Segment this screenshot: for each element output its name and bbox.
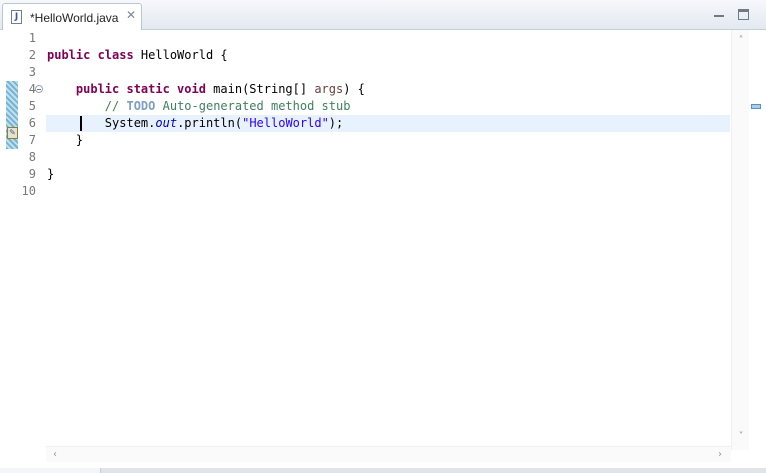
line-number: 8 xyxy=(28,150,36,164)
line-number: 10 xyxy=(21,184,36,198)
editor-tab-bar: J *HelloWorld.java ✕ xyxy=(0,0,766,30)
code-token: ); xyxy=(328,116,344,130)
scroll-right-icon[interactable]: › xyxy=(713,448,727,462)
text-caret xyxy=(80,116,82,131)
tab-helloworld-java[interactable]: J *HelloWorld.java ✕ xyxy=(2,3,142,30)
line-number: 1 xyxy=(28,31,36,45)
line-number: 7 xyxy=(28,133,36,147)
code-line-7: } xyxy=(47,133,84,147)
code-line-9: } xyxy=(47,167,55,181)
scroll-up-icon[interactable]: ˄ xyxy=(734,34,748,48)
horizontal-scrollbar[interactable]: ‹ › xyxy=(46,446,731,462)
overview-ruler[interactable] xyxy=(749,30,766,473)
string-literal: "HelloWorld" xyxy=(242,116,329,130)
code-line-5: // TODO Auto-generated method stub xyxy=(47,98,351,115)
code-token: System. xyxy=(104,116,156,130)
line-number: 4 xyxy=(28,82,36,96)
keyword: public static void xyxy=(75,82,206,96)
java-file-icon: J xyxy=(11,10,22,24)
comment: Auto-generated method stub xyxy=(155,99,351,113)
line-number: 9 xyxy=(28,167,36,181)
parameter: args xyxy=(314,82,344,96)
code-text[interactable]: public class HelloWorld { public static … xyxy=(47,30,365,181)
annotation-ruler xyxy=(6,30,18,450)
code-token: main(String[] xyxy=(205,82,315,96)
maximize-icon[interactable] xyxy=(738,9,749,20)
scroll-left-icon[interactable]: ‹ xyxy=(48,448,62,462)
change-marker xyxy=(6,98,18,115)
minimize-icon[interactable] xyxy=(714,9,724,17)
code-token: .println( xyxy=(177,116,243,130)
comment: // xyxy=(104,99,127,113)
collapse-icon[interactable] xyxy=(35,85,43,93)
code-token: HelloWorld { xyxy=(133,48,228,62)
keyword: public class xyxy=(47,48,134,62)
code-line-2: public class HelloWorld { xyxy=(47,47,228,64)
task-icon[interactable]: ✎ xyxy=(7,127,18,139)
close-icon[interactable]: ✕ xyxy=(125,9,137,21)
code-line-6: System.out.println("HelloWorld"); xyxy=(47,115,343,132)
static-field: out xyxy=(155,116,178,130)
vertical-scrollbar[interactable]: ˄ ˅ xyxy=(731,30,749,450)
tab-title: *HelloWorld.java xyxy=(30,11,119,25)
bottom-tab-stub xyxy=(0,468,101,473)
scroll-down-icon[interactable]: ˅ xyxy=(734,430,748,444)
bottom-panel-edge xyxy=(0,468,766,473)
line-number: 2 xyxy=(28,48,36,62)
todo-tag: TODO xyxy=(126,99,156,113)
overview-annotation-marker[interactable] xyxy=(751,104,761,109)
line-number: 5 xyxy=(28,99,36,113)
code-editor[interactable]: ✎ 1 2 3 4 5 6 7 8 9 10 public class Hell… xyxy=(0,30,766,473)
line-number: 3 xyxy=(28,65,36,79)
code-line-4: public static void main(String[] args) { xyxy=(47,81,365,98)
change-marker xyxy=(6,81,18,98)
line-number: 6 xyxy=(28,116,36,130)
code-token: ) { xyxy=(343,82,365,96)
